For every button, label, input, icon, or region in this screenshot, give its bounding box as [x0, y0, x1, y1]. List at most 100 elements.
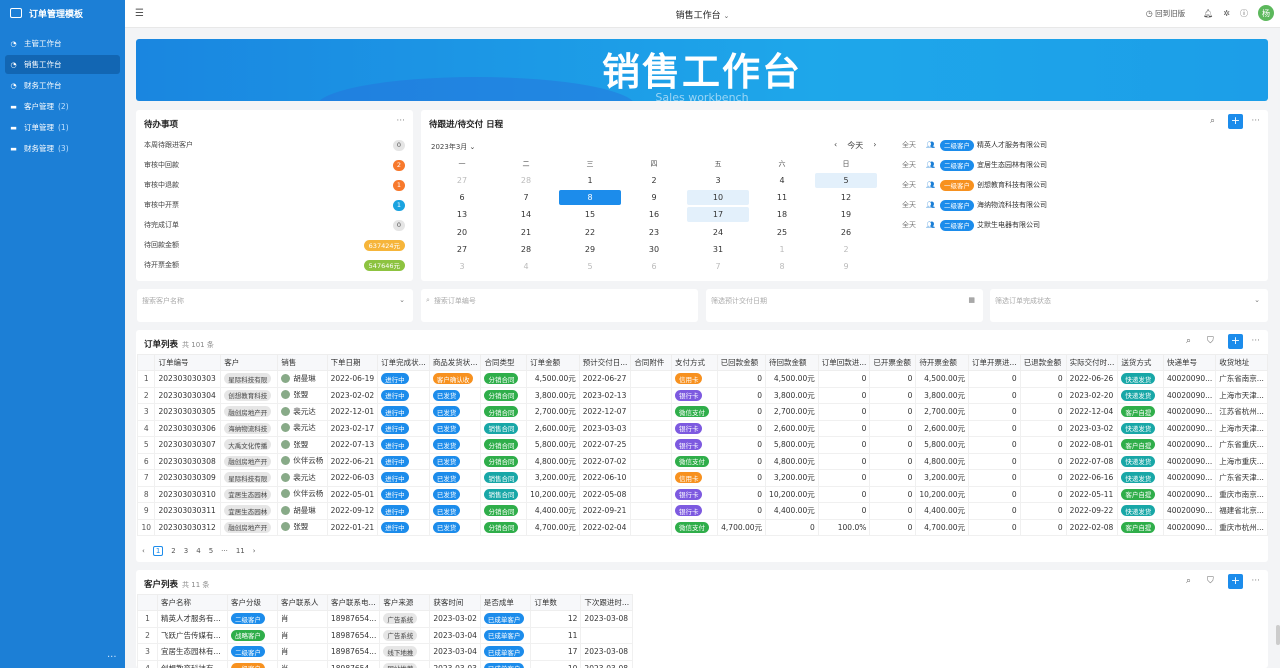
- column-header[interactable]: 客户联系人: [277, 594, 328, 611]
- column-header[interactable]: 已退款金额: [1019, 354, 1067, 371]
- next-month-icon[interactable]: ›: [873, 140, 876, 151]
- calendar-day[interactable]: 4: [494, 259, 558, 274]
- todo-row[interactable]: 审核中退款 1: [144, 175, 405, 195]
- filter-icon[interactable]: ⛉: [1207, 336, 1214, 346]
- table-row[interactable]: 6 202303030308 融创房地产开 伙伴云杨 2022-06-21 进行中 已发货 分…: [137, 452, 1268, 470]
- sidebar-item-2[interactable]: ◔ 财务工作台: [5, 76, 120, 95]
- calendar-day[interactable]: 5: [814, 173, 878, 188]
- table-row[interactable]: 7 202303030309 星际科技有限 裴元达 2022-06-03 进行中 已发货 销售…: [137, 469, 1268, 487]
- calendar-day[interactable]: 8: [750, 259, 814, 274]
- calendar-day[interactable]: 21: [494, 225, 558, 240]
- calendar-day[interactable]: 8: [558, 190, 622, 206]
- column-header[interactable]: 是否成单: [479, 594, 532, 611]
- column-header[interactable]: 送货方式: [1117, 354, 1164, 371]
- calendar-day[interactable]: 13: [430, 207, 494, 222]
- calendar-day[interactable]: 20: [430, 225, 494, 240]
- table-row[interactable]: 9 202303030311 宜居生态园林 胡曼琳 2022-09-12 进行中 已发货 分销…: [137, 502, 1268, 520]
- calendar-day[interactable]: 1: [558, 173, 622, 188]
- more-icon[interactable]: ···: [1251, 336, 1260, 346]
- calendar-day[interactable]: 23: [622, 225, 686, 240]
- more-icon[interactable]: ···: [396, 116, 405, 126]
- column-header[interactable]: 客户分级: [227, 594, 278, 611]
- calendar-day[interactable]: 17: [686, 207, 750, 223]
- bell-icon[interactable]: 🔔︎: [1203, 9, 1213, 18]
- column-header[interactable]: 预计交付日...: [578, 354, 632, 371]
- page-number[interactable]: 4: [196, 547, 200, 555]
- calendar-day[interactable]: 24: [686, 225, 750, 240]
- todo-row[interactable]: 本周待跟进客户 0: [144, 135, 405, 155]
- calendar-day[interactable]: 9: [814, 259, 878, 274]
- calendar-day[interactable]: 29: [558, 242, 622, 257]
- table-row[interactable]: 4 202303030306 海纳物流科技 裴元达 2023-02-17 进行中 已发货 销售…: [137, 419, 1268, 437]
- todo-row[interactable]: 审核中回款 2: [144, 155, 405, 175]
- calendar-event[interactable]: 全天 👥︎ 二级客户 海纳物流科技有限公司: [902, 198, 1047, 212]
- search-icon[interactable]: ⌕: [1210, 116, 1215, 126]
- sidebar-item-3[interactable]: ▬ 客户管理 (2): [5, 97, 120, 116]
- add-customer-button[interactable]: +: [1228, 574, 1243, 589]
- column-header[interactable]: 订单编号: [154, 354, 222, 371]
- bug-icon[interactable]: ✲: [1223, 9, 1230, 18]
- calendar-day[interactable]: 22: [558, 225, 622, 240]
- calendar-day[interactable]: 2: [622, 173, 686, 188]
- calendar-day[interactable]: 6: [622, 259, 686, 274]
- calendar-day[interactable]: 28: [494, 242, 558, 257]
- page-number[interactable]: 3: [184, 547, 188, 555]
- calendar-day[interactable]: 30: [622, 242, 686, 257]
- column-header[interactable]: 下单日期: [326, 354, 379, 371]
- today-button[interactable]: 今天: [847, 140, 863, 151]
- column-header[interactable]: 客户来源: [379, 594, 431, 611]
- calendar-day[interactable]: 27: [430, 242, 494, 257]
- table-row[interactable]: 5 202303030307 大禹文化传播 张盟 2022-07-13 进行中 已发货 分销合…: [137, 436, 1268, 454]
- search-icon[interactable]: ⌕: [1186, 576, 1191, 586]
- calendar-day[interactable]: 7: [494, 190, 558, 205]
- calendar-day[interactable]: 9: [622, 190, 686, 205]
- sidebar-item-1[interactable]: ◔ 销售工作台: [5, 55, 120, 74]
- next-page-icon[interactable]: ›: [253, 547, 256, 555]
- column-header[interactable]: 订单回款进...: [817, 354, 871, 371]
- calendar-day[interactable]: 6: [430, 190, 494, 205]
- calendar-day[interactable]: 18: [750, 207, 814, 222]
- column-header[interactable]: 已回款金额: [716, 354, 767, 371]
- column-header[interactable]: 客户: [220, 354, 279, 371]
- page-title-dropdown[interactable]: 销售工作台 ⌄: [125, 8, 1280, 21]
- column-header[interactable]: 订单开票进...: [968, 354, 1021, 371]
- page-scrollbar[interactable]: [1276, 625, 1280, 645]
- table-row[interactable]: 1 精英人才服务有... 二级客户肖 18987654... 广告系统 2023-03-0…: [137, 610, 634, 628]
- prev-month-icon[interactable]: ‹: [834, 140, 837, 151]
- calendar-event[interactable]: 全天 👥︎ 二级客户 艾默生电器有限公司: [902, 218, 1040, 232]
- table-row[interactable]: 8 202303030310 宜居生态园林 伙伴云杨 2022-05-01 进行中 已发货 销…: [137, 485, 1268, 503]
- calendar-day[interactable]: 26: [814, 225, 878, 240]
- sidebar-item-4[interactable]: ▬ 订单管理 (1): [5, 118, 120, 137]
- calendar-event[interactable]: 全天 👥︎ 二级客户 精英人才服务有限公司: [902, 138, 1047, 152]
- column-header[interactable]: 商品发货状...: [428, 354, 482, 371]
- table-row[interactable]: 1 202303030303 星际科技有限 胡曼琳 2022-06-19 进行中 客户确认收…: [137, 370, 1268, 388]
- filter-icon[interactable]: ⛉: [1207, 576, 1214, 586]
- calendar-event[interactable]: 全天 👥︎ 一级客户 创想教育科技有限公司: [902, 178, 1047, 192]
- column-header[interactable]: 实际交付时...: [1065, 354, 1119, 371]
- todo-row[interactable]: 待完成订单 0: [144, 215, 405, 235]
- calendar-day[interactable]: 28: [494, 173, 558, 188]
- column-header[interactable]: 销售: [277, 354, 328, 371]
- column-header[interactable]: 合同类型: [480, 354, 528, 371]
- column-header[interactable]: 待开票金额: [915, 354, 970, 371]
- sidebar-item-0[interactable]: ◔ 主管工作台: [5, 34, 120, 53]
- column-header[interactable]: 待回款金额: [765, 354, 819, 371]
- calendar-day[interactable]: 5: [558, 259, 622, 274]
- calendar-day[interactable]: 3: [430, 259, 494, 274]
- page-number[interactable]: 11: [236, 547, 245, 555]
- column-header[interactable]: 客户联系电...: [326, 594, 381, 611]
- calendar-day[interactable]: 16: [622, 207, 686, 222]
- calendar-day[interactable]: 27: [430, 173, 494, 188]
- todo-row[interactable]: 待开票金额 547646元: [144, 255, 405, 275]
- column-header[interactable]: 订单数: [530, 594, 582, 611]
- page-number[interactable]: 2: [171, 547, 175, 555]
- column-header[interactable]: 快递单号: [1162, 354, 1217, 371]
- table-row[interactable]: 3 宜居生态园林有... 二级客户肖 18987654... 线下地推 2023-03-0…: [137, 643, 634, 661]
- sidebar-more-icon[interactable]: ...: [107, 649, 117, 660]
- calendar-event[interactable]: 全天 👥︎ 二级客户 宜居生态园林有限公司: [902, 158, 1047, 172]
- table-row[interactable]: 3 202303030305 融创房地产开 裴元达 2022-12-01 进行中 已发货 分销…: [137, 403, 1268, 421]
- month-selector[interactable]: 2023年3月 ⌄: [431, 142, 475, 152]
- filter-input[interactable]: ⌕ 搜索订单编号: [421, 289, 698, 322]
- column-header[interactable]: 订单完成状...: [377, 354, 430, 371]
- calendar-day[interactable]: 7: [686, 259, 750, 274]
